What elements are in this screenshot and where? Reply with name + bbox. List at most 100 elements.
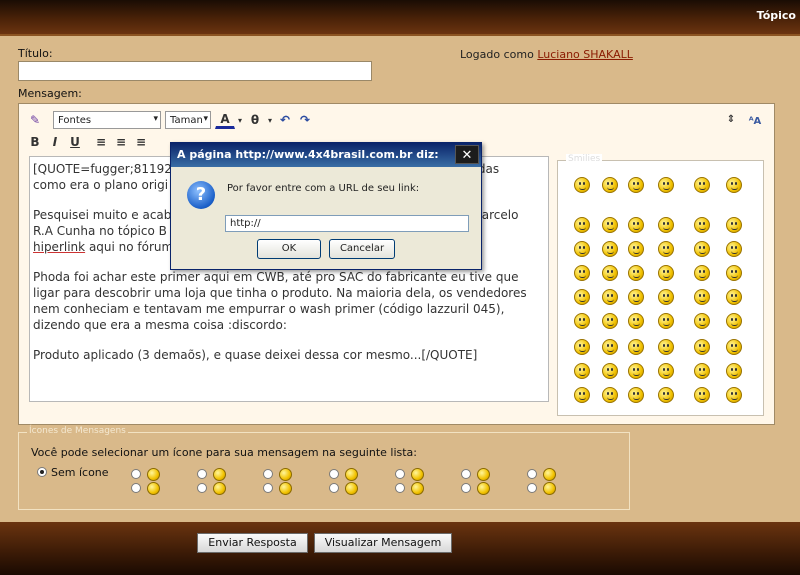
- smiley-icon[interactable]: [694, 339, 710, 355]
- radio-message-icon[interactable]: [395, 483, 405, 493]
- highlight-icon[interactable]: θ: [245, 111, 265, 129]
- url-input[interactable]: http://: [225, 215, 469, 232]
- smiley-icon[interactable]: [574, 265, 590, 281]
- underline-icon[interactable]: U: [65, 133, 85, 151]
- smiley-icon[interactable]: [574, 339, 590, 355]
- radio-message-icon[interactable]: [527, 469, 537, 479]
- smiley-icon[interactable]: [574, 289, 590, 305]
- smiley-icon[interactable]: [628, 177, 644, 193]
- preview-message-button[interactable]: Visualizar Mensagem: [314, 533, 452, 553]
- message-icons-legend: Ícones de Mensagens: [27, 426, 128, 436]
- smiley-icon[interactable]: [726, 241, 742, 257]
- smiley-icon[interactable]: [658, 177, 674, 193]
- smiley-icon[interactable]: [658, 313, 674, 329]
- radio-message-icon[interactable]: [263, 469, 273, 479]
- smiley-icon[interactable]: [726, 289, 742, 305]
- undo-icon[interactable]: ↶: [275, 111, 295, 129]
- radio-message-icon[interactable]: [329, 483, 339, 493]
- bold-icon[interactable]: B: [25, 133, 45, 151]
- smiley-icon[interactable]: [694, 387, 710, 403]
- smiley-icon[interactable]: [658, 363, 674, 379]
- question-icon: ?: [187, 181, 215, 209]
- remove-format-icon[interactable]: ✎: [25, 111, 45, 129]
- logged-user-link[interactable]: Luciano SHAKALL: [537, 48, 633, 61]
- smiley-icon[interactable]: [694, 217, 710, 233]
- smiley-icon[interactable]: [602, 241, 618, 257]
- smiley-icon[interactable]: [602, 217, 618, 233]
- radio-message-icon[interactable]: [197, 469, 207, 479]
- smiley-icon[interactable]: [574, 387, 590, 403]
- smiley-icon[interactable]: [694, 289, 710, 305]
- message-icon: [411, 468, 424, 481]
- smiley-icon[interactable]: [726, 363, 742, 379]
- smiley-icon[interactable]: [628, 265, 644, 281]
- font-select[interactable]: Fontes ▾: [53, 111, 161, 129]
- message-icon: [477, 468, 490, 481]
- align-left-icon[interactable]: ≡: [91, 133, 111, 151]
- radio-message-icon[interactable]: [461, 483, 471, 493]
- editor-toolbar-2: B I U ≡ ≡ ≡: [25, 132, 151, 152]
- smiley-icon[interactable]: [694, 177, 710, 193]
- smiley-icon[interactable]: [694, 363, 710, 379]
- resize-icon[interactable]: ⇕: [725, 110, 737, 128]
- radio-message-icon[interactable]: [527, 483, 537, 493]
- smiley-icon[interactable]: [658, 289, 674, 305]
- smiley-icon[interactable]: [628, 217, 644, 233]
- smiley-icon[interactable]: [628, 313, 644, 329]
- smiley-icon[interactable]: [726, 265, 742, 281]
- radio-message-icon[interactable]: [197, 483, 207, 493]
- font-color-icon[interactable]: A: [215, 111, 235, 129]
- smiley-icon[interactable]: [726, 177, 742, 193]
- smiley-icon[interactable]: [602, 339, 618, 355]
- radio-message-icon[interactable]: [461, 469, 471, 479]
- smiley-icon[interactable]: [574, 363, 590, 379]
- submit-reply-button[interactable]: Enviar Resposta: [197, 533, 308, 553]
- smiley-icon[interactable]: [658, 339, 674, 355]
- size-select[interactable]: Taman ▾: [165, 111, 211, 129]
- smiley-icon[interactable]: [628, 363, 644, 379]
- radio-no-icon[interactable]: [37, 467, 47, 477]
- smiley-icon[interactable]: [658, 241, 674, 257]
- text-size-icon[interactable]: ᴬA: [745, 112, 765, 130]
- smiley-icon[interactable]: [574, 177, 590, 193]
- smiley-icon[interactable]: [726, 387, 742, 403]
- radio-message-icon[interactable]: [395, 469, 405, 479]
- smiley-icon[interactable]: [694, 313, 710, 329]
- italic-icon[interactable]: I: [45, 133, 65, 151]
- smiley-icon[interactable]: [628, 241, 644, 257]
- smiley-icon[interactable]: [628, 339, 644, 355]
- smiley-icon[interactable]: [574, 217, 590, 233]
- smiley-icon[interactable]: [574, 241, 590, 257]
- smiley-icon[interactable]: [658, 387, 674, 403]
- redo-icon[interactable]: ↷: [295, 111, 315, 129]
- smiley-icon[interactable]: [602, 289, 618, 305]
- chevron-down-icon[interactable]: ▾: [235, 111, 245, 129]
- smiley-icon[interactable]: [628, 289, 644, 305]
- radio-message-icon[interactable]: [131, 483, 141, 493]
- smiley-icon[interactable]: [726, 339, 742, 355]
- smiley-icon[interactable]: [726, 313, 742, 329]
- smiley-icon[interactable]: [602, 177, 618, 193]
- smiley-icon[interactable]: [694, 241, 710, 257]
- smiley-icon[interactable]: [726, 217, 742, 233]
- smiley-icon[interactable]: [602, 265, 618, 281]
- smiley-icon[interactable]: [628, 387, 644, 403]
- align-right-icon[interactable]: ≡: [131, 133, 151, 151]
- smiley-icon[interactable]: [602, 313, 618, 329]
- smiley-icon[interactable]: [694, 265, 710, 281]
- radio-message-icon[interactable]: [131, 469, 141, 479]
- titulo-input[interactable]: [18, 61, 372, 81]
- smiley-icon[interactable]: [602, 363, 618, 379]
- radio-message-icon[interactable]: [263, 483, 273, 493]
- smiley-icon[interactable]: [574, 313, 590, 329]
- radio-message-icon[interactable]: [329, 469, 339, 479]
- close-icon[interactable]: ✕: [455, 145, 479, 164]
- smiley-icon[interactable]: [602, 387, 618, 403]
- chevron-down-icon[interactable]: ▾: [265, 111, 275, 129]
- ok-button[interactable]: OK: [257, 239, 321, 259]
- smiley-icon[interactable]: [658, 217, 674, 233]
- cancel-button[interactable]: Cancelar: [329, 239, 395, 259]
- message-icon: [543, 482, 556, 495]
- align-center-icon[interactable]: ≡: [111, 133, 131, 151]
- smiley-icon[interactable]: [658, 265, 674, 281]
